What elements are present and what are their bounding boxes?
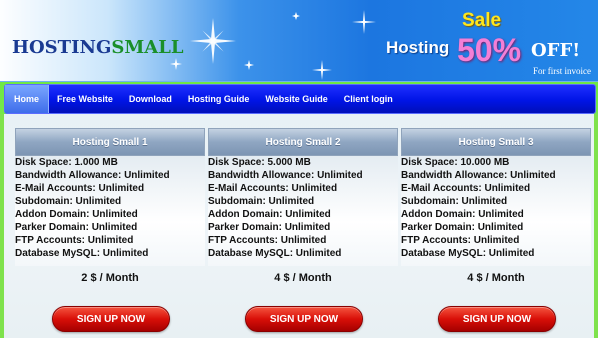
nav-item-home[interactable]: Home bbox=[5, 85, 50, 113]
plans-section: Hosting Small 1 Disk Space: 1.000 MB Ban… bbox=[0, 114, 598, 338]
feature-database-mysql: Database MySQL: Unlimited bbox=[208, 248, 342, 259]
feature-bandwidth: Bandwidth Allowance: Unlimited bbox=[208, 170, 363, 181]
feature-parker-domain: Parker Domain: Unlimited bbox=[208, 222, 331, 233]
nav-item-website-guide[interactable]: Website Guide bbox=[257, 85, 335, 113]
feature-addon-domain: Addon Domain: Unlimited bbox=[401, 209, 524, 220]
plan-title: Hosting Small 1 bbox=[15, 128, 205, 156]
logo-text-small: SMALL bbox=[111, 37, 184, 58]
feature-disk-space: Disk Space: 5.000 MB bbox=[208, 157, 311, 168]
promo-note: For first invoice bbox=[533, 66, 591, 76]
sparkle-icon bbox=[170, 58, 182, 70]
plan-price: 4 $ / Month bbox=[467, 272, 525, 284]
signup-button[interactable]: SIGN UP NOW bbox=[245, 306, 363, 332]
logo-text-hosting: HOSTING bbox=[12, 37, 112, 58]
sparkle-icon bbox=[312, 60, 332, 80]
feature-subdomain: Subdomain: Unlimited bbox=[208, 196, 315, 207]
nav-item-free-website[interactable]: Free Website bbox=[49, 85, 121, 113]
plan-card: Hosting Small 2 Disk Space: 5.000 MB Ban… bbox=[208, 128, 398, 332]
feature-addon-domain: Addon Domain: Unlimited bbox=[15, 209, 138, 220]
feature-bandwidth: Bandwidth Allowance: Unlimited bbox=[15, 170, 170, 181]
plan-card: Hosting Small 3 Disk Space: 10.000 MB Ba… bbox=[401, 128, 591, 332]
main-nav: Home Free Website Download Hosting Guide… bbox=[4, 84, 596, 114]
plan-title: Hosting Small 3 bbox=[401, 128, 591, 156]
plan-title: Hosting Small 2 bbox=[208, 128, 398, 156]
plan-price: 4 $ / Month bbox=[274, 272, 332, 284]
promo-sale: Sale bbox=[462, 10, 502, 31]
sparkle-icon bbox=[352, 10, 376, 34]
sparkle-icon bbox=[292, 12, 300, 20]
plan-features: Disk Space: 5.000 MB Bandwidth Allowance… bbox=[208, 156, 398, 266]
feature-email-accounts: E-Mail Accounts: Unlimited bbox=[401, 183, 531, 194]
plan-features: Disk Space: 10.000 MB Bandwidth Allowanc… bbox=[401, 156, 591, 266]
site-logo[interactable]: HOSTINGSMALL bbox=[12, 37, 184, 58]
signup-button[interactable]: SIGN UP NOW bbox=[52, 306, 170, 332]
feature-email-accounts: E-Mail Accounts: Unlimited bbox=[15, 183, 145, 194]
signup-button[interactable]: SIGN UP NOW bbox=[438, 306, 556, 332]
header-banner: HOSTINGSMALL Sale Hosting 50% OFF! For f… bbox=[0, 0, 598, 82]
plan-card: Hosting Small 1 Disk Space: 1.000 MB Ban… bbox=[15, 128, 205, 332]
feature-disk-space: Disk Space: 10.000 MB bbox=[401, 157, 510, 168]
promo-hosting: Hosting bbox=[386, 38, 450, 57]
feature-subdomain: Subdomain: Unlimited bbox=[15, 196, 122, 207]
feature-parker-domain: Parker Domain: Unlimited bbox=[401, 222, 524, 233]
nav-item-client-login[interactable]: Client login bbox=[336, 85, 401, 113]
feature-database-mysql: Database MySQL: Unlimited bbox=[401, 248, 535, 259]
promo-percent: 50% bbox=[457, 32, 522, 68]
feature-ftp-accounts: FTP Accounts: Unlimited bbox=[15, 235, 134, 246]
plan-features: Disk Space: 1.000 MB Bandwidth Allowance… bbox=[15, 156, 205, 266]
feature-ftp-accounts: FTP Accounts: Unlimited bbox=[401, 235, 520, 246]
plan-price: 2 $ / Month bbox=[81, 272, 139, 284]
feature-ftp-accounts: FTP Accounts: Unlimited bbox=[208, 235, 327, 246]
feature-bandwidth: Bandwidth Allowance: Unlimited bbox=[401, 170, 556, 181]
feature-subdomain: Subdomain: Unlimited bbox=[401, 196, 508, 207]
feature-database-mysql: Database MySQL: Unlimited bbox=[15, 248, 149, 259]
feature-disk-space: Disk Space: 1.000 MB bbox=[15, 157, 118, 168]
promo-off: OFF! bbox=[531, 40, 581, 61]
feature-parker-domain: Parker Domain: Unlimited bbox=[15, 222, 138, 233]
sparkle-icon bbox=[244, 60, 254, 70]
sparkle-icon bbox=[190, 18, 236, 64]
feature-addon-domain: Addon Domain: Unlimited bbox=[208, 209, 331, 220]
nav-item-hosting-guide[interactable]: Hosting Guide bbox=[180, 85, 258, 113]
nav-item-download[interactable]: Download bbox=[121, 85, 180, 113]
feature-email-accounts: E-Mail Accounts: Unlimited bbox=[208, 183, 338, 194]
